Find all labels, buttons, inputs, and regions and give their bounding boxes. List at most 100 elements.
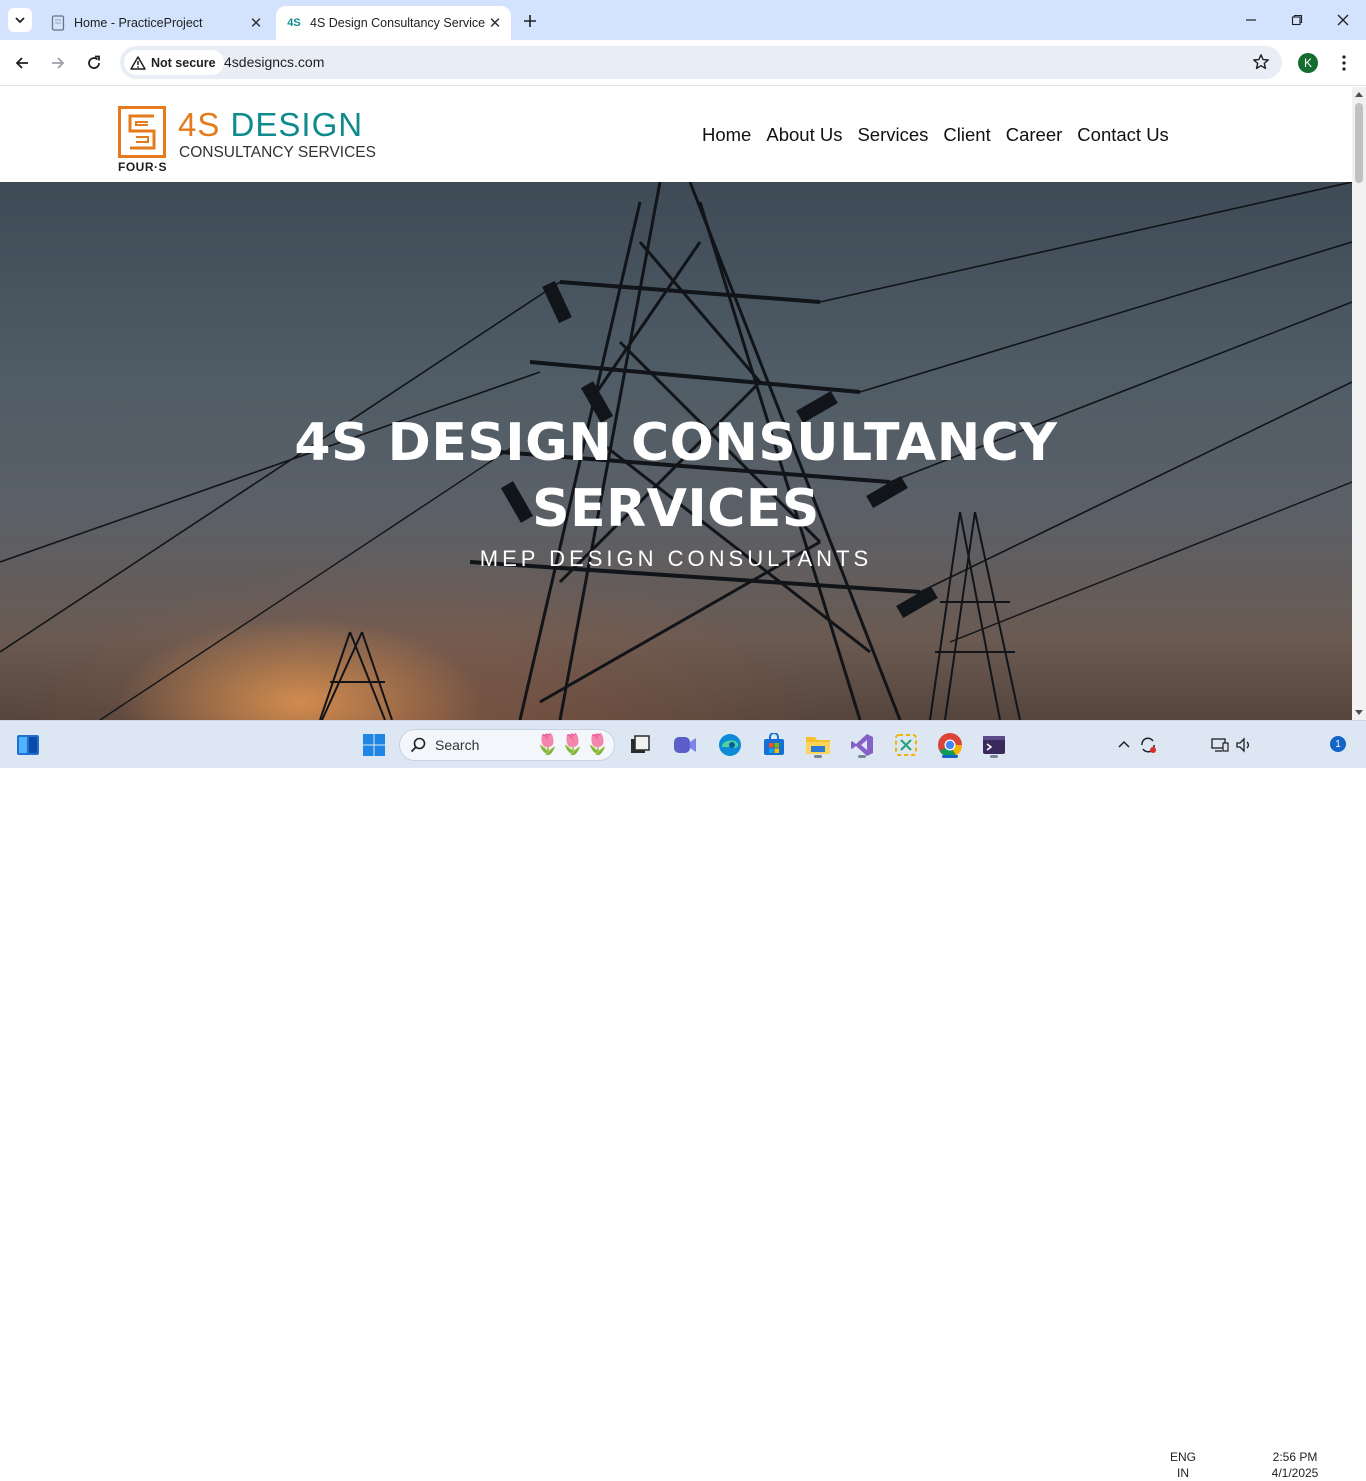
widgets-button[interactable] [12, 729, 44, 761]
minimize-icon [1246, 19, 1256, 21]
snipping-tool-button[interactable] [890, 729, 922, 761]
nav-contact-us[interactable]: Contact Us [1077, 124, 1169, 146]
scroll-down-icon[interactable] [1355, 708, 1363, 716]
scroll-up-icon[interactable] [1355, 91, 1363, 99]
arrow-right-icon [52, 57, 65, 69]
site-logo[interactable]: FOUR·S 4S DESIGN CONSULTANCY SERVICES [118, 106, 378, 176]
close-window-button[interactable] [1320, 0, 1366, 40]
hero-title: 4S DESIGN CONSULTANCY SERVICES [0, 410, 1352, 542]
edge-button[interactable] [714, 729, 746, 761]
file-explorer-button[interactable] [802, 729, 834, 761]
reload-button[interactable] [80, 49, 108, 77]
site-header: FOUR·S 4S DESIGN CONSULTANCY SERVICES Ho… [0, 87, 1352, 182]
nav-home[interactable]: Home [702, 124, 751, 146]
main-navigation: Home About Us Services Client Career Con… [702, 124, 1169, 146]
search-label: Search [435, 737, 480, 753]
teams-meet-button[interactable] [669, 729, 701, 761]
address-bar[interactable]: Not secure 4sdesigncs.com [120, 46, 1282, 79]
scissors-icon [895, 734, 917, 756]
notification-badge[interactable]: 1 [1330, 736, 1346, 752]
logo-word-design: DESIGN [230, 106, 364, 143]
back-button[interactable] [8, 49, 36, 77]
task-view-icon [631, 735, 650, 753]
tab-search-button[interactable] [8, 8, 32, 32]
task-view-button[interactable] [624, 729, 656, 761]
browser-toolbar: Not secure 4sdesigncs.com [0, 40, 1366, 86]
logo-subtitle: CONSULTANCY SERVICES [179, 144, 376, 161]
new-tab-button[interactable] [518, 9, 542, 33]
bookmark-button[interactable] [1252, 53, 1270, 76]
tab-4s-design[interactable]: 4S 4S Design Consultancy Services ✕ [276, 6, 511, 40]
visual-studio-button[interactable] [846, 729, 878, 761]
tab-title: 4S Design Consultancy Services [310, 16, 485, 30]
windows-logo-icon [363, 734, 385, 756]
clock-time: 2:56 PM [1272, 1450, 1318, 1464]
hero-banner: 4S DESIGN CONSULTANCY SERVICES MEP DESIG… [0, 182, 1352, 720]
edge-browser-icon [719, 734, 741, 756]
running-indicator [858, 755, 866, 758]
logo-title: 4S DESIGN [178, 106, 363, 144]
visual-studio-icon [851, 734, 873, 756]
language-line2: IN [1177, 1466, 1189, 1480]
running-indicator [814, 755, 822, 758]
speaker-icon [1236, 737, 1249, 753]
logo-mark-caption: FOUR·S [118, 160, 167, 174]
logo-word-4s: 4S [178, 106, 221, 143]
windows-taskbar: Search 🌷🌷🌷 ENG IN 2:56 PM 4/1/2025 [0, 720, 1366, 1480]
terminal-button[interactable] [978, 729, 1010, 761]
url-text: 4sdesigncs.com [224, 54, 325, 70]
arrow-left-icon [15, 57, 28, 69]
browser-menu-button[interactable] [1334, 50, 1354, 76]
search-icon [410, 737, 426, 753]
reload-icon [88, 55, 100, 69]
language-line1: ENG [1169, 1450, 1196, 1464]
tab-strip: Home - PracticeProject ✕ 4S 4S Design Co… [0, 0, 1366, 40]
clock[interactable]: 2:56 PM 4/1/2025 [1262, 1449, 1328, 1481]
taskbar-search[interactable]: Search 🌷🌷🌷 [399, 729, 615, 761]
close-icon [1337, 14, 1349, 26]
start-button[interactable] [358, 729, 390, 761]
terminal-icon [983, 736, 1005, 754]
restore-button[interactable] [1274, 0, 1320, 40]
network-icon [1211, 738, 1229, 752]
nav-client[interactable]: Client [943, 124, 990, 146]
nav-career[interactable]: Career [1006, 124, 1063, 146]
running-indicator-active [942, 755, 958, 758]
restore-icon [1291, 14, 1303, 26]
security-label: Not secure [151, 55, 216, 70]
minimize-button[interactable] [1228, 0, 1274, 40]
hero-title-line2: SERVICES [532, 479, 820, 539]
tab-home-practiceproject[interactable]: Home - PracticeProject ✕ [40, 6, 272, 40]
chevron-up-icon [1118, 740, 1130, 748]
warning-icon [130, 55, 146, 70]
scrollbar-thumb[interactable] [1355, 103, 1363, 183]
nav-about-us[interactable]: About Us [766, 124, 842, 146]
volume-button[interactable] [1230, 729, 1258, 761]
tulips-icon: 🌷🌷🌷 [535, 734, 610, 756]
profile-avatar[interactable]: K [1298, 53, 1318, 73]
widgets-icon [17, 735, 39, 755]
security-indicator[interactable]: Not secure [124, 50, 224, 75]
clock-date: 4/1/2025 [1271, 1466, 1319, 1480]
tab-title: Home - PracticeProject [74, 16, 203, 30]
forward-button[interactable] [44, 49, 72, 77]
chrome-button[interactable] [934, 729, 966, 761]
plus-icon [524, 15, 536, 27]
sync-icon [1141, 737, 1156, 753]
language-indicator[interactable]: ENG IN [1166, 1449, 1200, 1481]
running-indicator [990, 755, 998, 758]
video-call-icon [674, 737, 696, 753]
star-icon [1253, 54, 1269, 70]
folder-icon [806, 737, 830, 754]
chevron-down-icon [15, 17, 25, 24]
hero-subtitle: MEP DESIGN CONSULTANTS [479, 546, 873, 571]
close-icon[interactable]: ✕ [485, 13, 505, 33]
site-favicon: 4S [287, 17, 301, 29]
more-vertical-icon [1342, 55, 1346, 71]
page-scrollbar[interactable] [1352, 87, 1366, 720]
close-icon[interactable]: ✕ [246, 13, 266, 33]
sync-status-button[interactable] [1134, 729, 1162, 761]
hero-title-line1: 4S DESIGN CONSULTANCY [294, 413, 1058, 473]
microsoft-store-button[interactable] [758, 729, 790, 761]
nav-services[interactable]: Services [857, 124, 928, 146]
